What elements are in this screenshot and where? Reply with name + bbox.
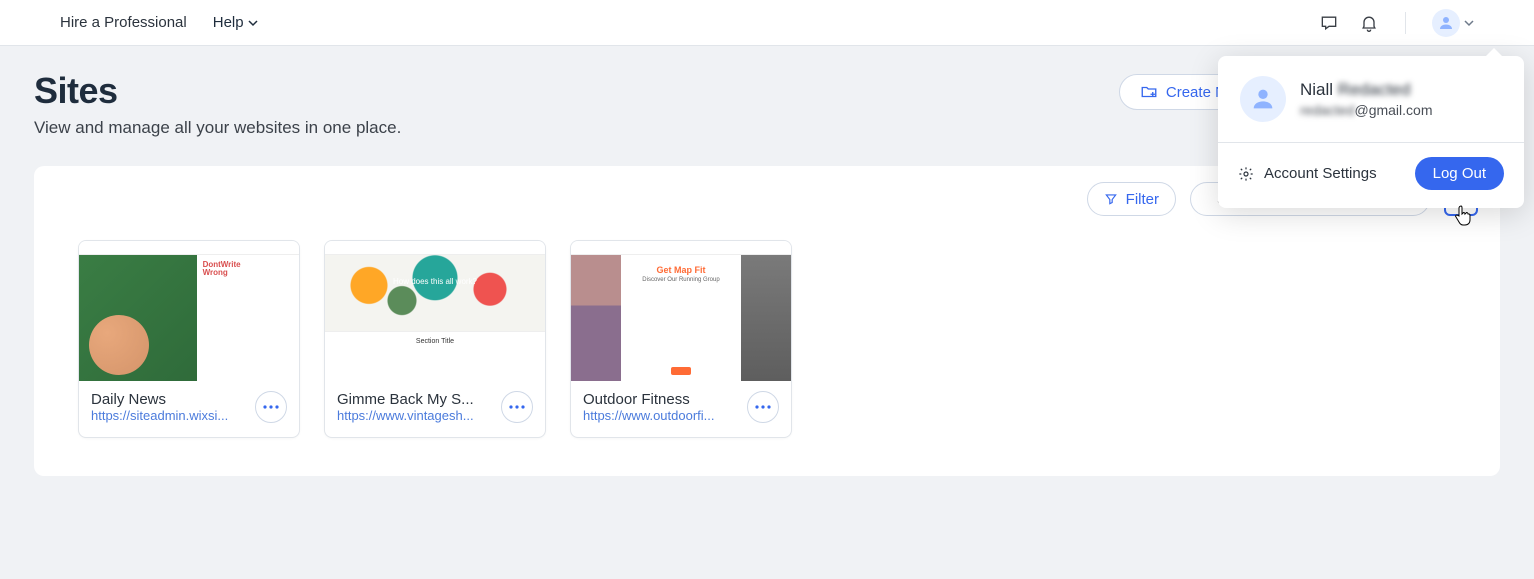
chat-icon[interactable]	[1319, 13, 1339, 33]
user-name: Niall Redacted	[1300, 80, 1433, 100]
gear-icon	[1238, 166, 1254, 182]
dots-icon	[263, 405, 279, 409]
page-title: Sites	[34, 70, 401, 112]
bell-icon[interactable]	[1359, 13, 1379, 33]
divider	[1405, 12, 1406, 34]
logout-button[interactable]: Log Out	[1415, 157, 1504, 190]
site-card[interactable]: PREMIUM Get Map Fit Discover Our Running…	[570, 240, 792, 438]
site-card[interactable]: PREMIUM How does this all work? Section …	[324, 240, 546, 438]
site-actions-button[interactable]	[255, 391, 287, 423]
top-nav: Hire a Professional Help	[0, 0, 1534, 46]
site-url: https://www.outdoorfi...	[583, 408, 739, 423]
help-menu[interactable]: Help	[213, 14, 258, 31]
filter-icon	[1104, 192, 1118, 206]
user-email: redacted@gmail.com	[1300, 102, 1433, 118]
site-url: https://www.vintagesh...	[337, 408, 493, 423]
user-menu: Niall Redacted redacted@gmail.com Accoun…	[1218, 56, 1524, 208]
site-thumbnail: DontWrite Wrong	[79, 241, 299, 381]
avatar-icon	[1432, 9, 1460, 37]
site-actions-button[interactable]	[501, 391, 533, 423]
chevron-down-icon	[248, 18, 258, 28]
account-settings-label: Account Settings	[1264, 165, 1377, 182]
filter-label: Filter	[1126, 191, 1159, 208]
sites-panel: Filter DontWrite Wrong	[34, 166, 1500, 476]
site-title: Outdoor Fitness	[583, 391, 739, 408]
dots-icon	[755, 405, 771, 409]
avatar-icon	[1240, 76, 1286, 122]
site-card[interactable]: DontWrite Wrong Daily News https://sitea…	[78, 240, 300, 438]
site-url: https://siteadmin.wixsi...	[91, 408, 247, 423]
chevron-down-icon	[1464, 18, 1474, 28]
avatar-menu-trigger[interactable]	[1432, 9, 1474, 37]
account-settings-link[interactable]: Account Settings	[1238, 165, 1377, 182]
folder-plus-icon	[1140, 83, 1158, 101]
page-subtitle: View and manage all your websites in one…	[34, 118, 401, 138]
filter-button[interactable]: Filter	[1087, 182, 1176, 216]
site-title: Gimme Back My S...	[337, 391, 493, 408]
site-actions-button[interactable]	[747, 391, 779, 423]
site-cards-grid: DontWrite Wrong Daily News https://sitea…	[34, 232, 1500, 446]
dots-icon	[509, 405, 525, 409]
site-thumbnail: PREMIUM Get Map Fit Discover Our Running…	[571, 241, 791, 381]
site-thumbnail: PREMIUM How does this all work? Section …	[325, 241, 545, 381]
site-title: Daily News	[91, 391, 247, 408]
help-label: Help	[213, 14, 244, 31]
hire-professional-link[interactable]: Hire a Professional	[60, 14, 187, 31]
